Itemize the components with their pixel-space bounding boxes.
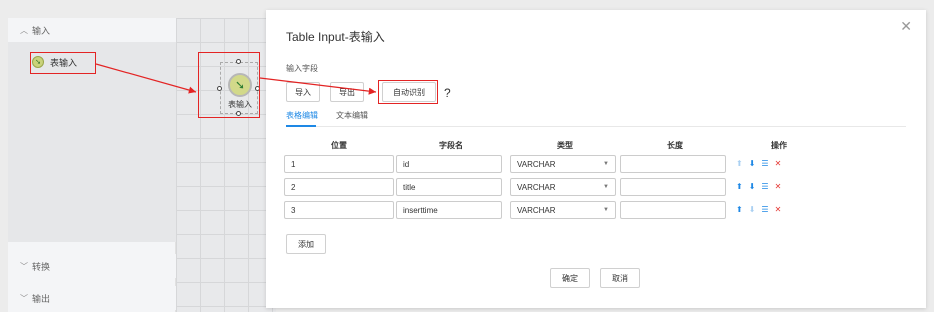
group-header-transform[interactable]: ﹀ 转换 [8,254,176,278]
tab-table-edit[interactable]: 表格编辑 [286,110,318,121]
cancel-button[interactable]: 取消 [600,268,640,288]
type-select[interactable]: VARCHAR ▼ [510,155,616,173]
delete-icon[interactable]: ✕ [775,159,782,168]
position-field[interactable]: 1 [284,155,394,173]
field-name-input[interactable]: inserttime [396,201,502,219]
chevron-down-icon: ﹀ [20,293,28,303]
field-name-input[interactable]: id [396,155,502,173]
delete-icon[interactable]: ✕ [775,205,782,214]
group-label: 输入 [32,25,51,36]
chevron-down-icon: ﹀ [20,261,28,271]
insert-row-icon[interactable]: ☰ [761,205,768,214]
type-select[interactable]: VARCHAR ▼ [510,178,616,196]
group-header-output[interactable]: ﹀ 输出 [8,286,176,310]
length-input[interactable] [620,155,726,173]
arrow-down-icon[interactable]: ⬇ [749,159,756,168]
chevron-up-icon: ︿ [20,25,28,35]
annotation-box-canvas-node [198,52,260,118]
type-select-value: VARCHAR [517,205,556,215]
table-input-dialog: Table Input-表输入 ✕ 输入字段 导入 导出 自动识别 ? 表格编辑… [266,10,926,308]
chevron-down-icon: ▼ [603,161,609,167]
help-icon[interactable]: ? [444,86,451,100]
add-row-button[interactable]: 添加 [286,234,326,254]
confirm-button[interactable]: 确定 [550,268,590,288]
column-header-name: 字段名 [439,141,463,150]
field-name-input[interactable]: title [396,178,502,196]
group-header-input[interactable]: ︿ 输入 [8,18,176,42]
arrow-up-icon[interactable]: ⬆ [736,182,743,191]
chevron-down-icon: ▼ [603,207,609,213]
insert-row-icon[interactable]: ☰ [761,182,768,191]
arrow-up-icon[interactable]: ⬆ [736,159,743,168]
column-header-type: 类型 [557,141,573,150]
annotation-box-sidebar-item [30,52,96,74]
arrow-down-icon[interactable]: ⬇ [749,205,756,214]
column-header-position: 位置 [331,141,347,150]
dialog-title: Table Input-表输入 [286,30,385,44]
length-input[interactable] [620,201,726,219]
import-button[interactable]: 导入 [286,82,320,102]
arrow-down-icon[interactable]: ⬇ [749,182,756,191]
section-label: 输入字段 [286,64,318,73]
insert-row-icon[interactable]: ☰ [761,159,768,168]
position-field[interactable]: 3 [284,201,394,219]
column-header-length: 长度 [667,141,683,150]
column-header-actions: 操作 [771,141,787,150]
arrow-up-icon[interactable]: ⬆ [736,205,743,214]
export-button[interactable]: 导出 [330,82,364,102]
length-input[interactable] [620,178,726,196]
active-tab-indicator [286,125,316,127]
tab-text-edit[interactable]: 文本编辑 [336,110,368,121]
chevron-down-icon: ▼ [603,184,609,190]
group-label: 转换 [32,261,51,272]
tab-divider [286,126,906,127]
row-actions: ⬆ ⬇ ☰ ✕ [736,182,781,191]
position-field[interactable]: 2 [284,178,394,196]
row-actions: ⬆ ⬇ ☰ ✕ [736,159,781,168]
type-select-value: VARCHAR [517,159,556,169]
type-select-value: VARCHAR [517,182,556,192]
close-icon[interactable]: ✕ [900,18,912,35]
annotation-box-auto-detect [378,80,438,104]
row-actions: ⬆ ⬇ ☰ ✕ [736,205,781,214]
group-label: 输出 [32,293,51,304]
type-select[interactable]: VARCHAR ▼ [510,201,616,219]
delete-icon[interactable]: ✕ [775,182,782,191]
